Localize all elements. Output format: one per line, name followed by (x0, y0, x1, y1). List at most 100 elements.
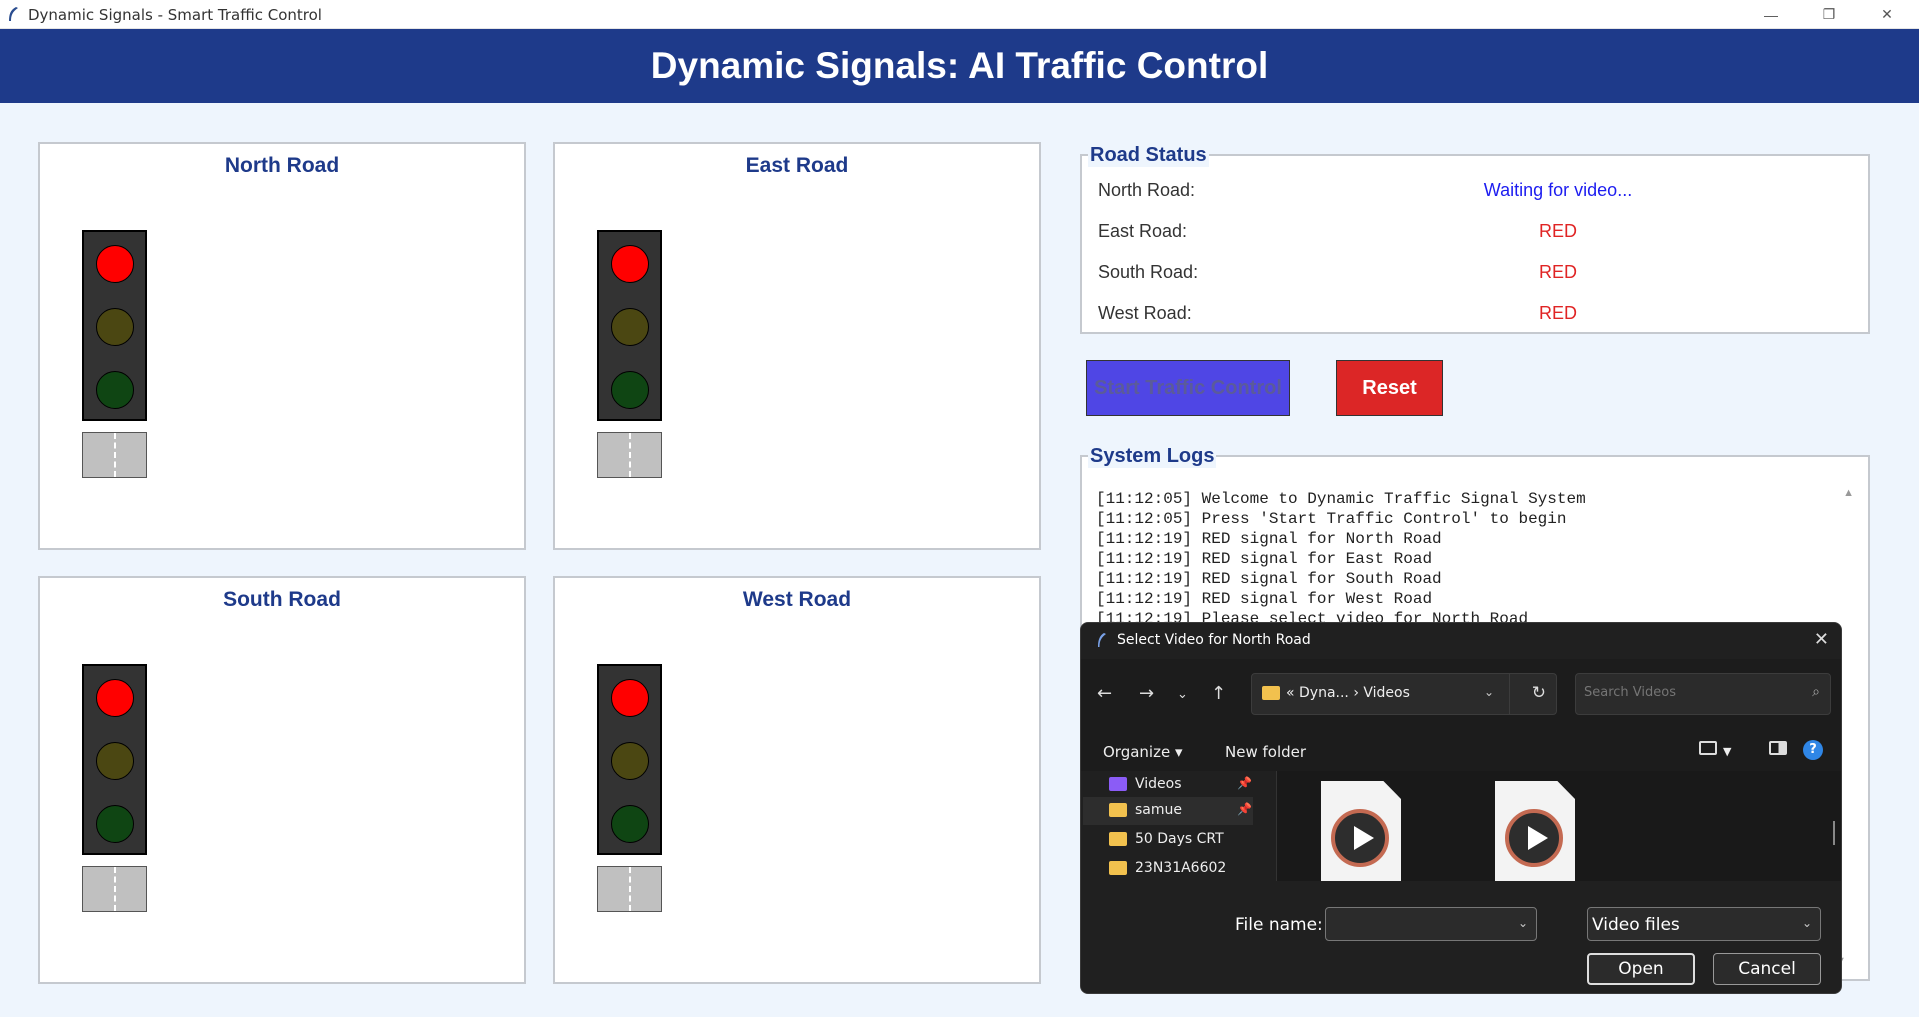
road-title: North Road (224, 154, 340, 177)
window-title: Dynamic Signals - Smart Traffic Control (28, 6, 322, 24)
video-file-icon[interactable] (1321, 781, 1401, 881)
breadcrumb[interactable]: « Dyna... › Videos (1286, 685, 1410, 701)
road-title: East Road (745, 154, 849, 177)
road-crossing (597, 866, 662, 912)
file-type-select[interactable]: Video files ⌄ (1587, 907, 1821, 941)
green-lamp (611, 805, 649, 843)
dialog-nav-row: ← → ⌄ ↑ « Dyna... › Videos ⌄ ↻ ⌕ (1081, 659, 1841, 731)
close-button[interactable]: ✕ (1858, 0, 1916, 29)
videos-folder-icon (1109, 777, 1127, 791)
traffic-light (82, 664, 147, 855)
play-icon (1505, 809, 1563, 867)
search-input[interactable] (1584, 685, 1784, 700)
view-options-icon[interactable] (1699, 741, 1717, 755)
chevron-down-icon[interactable]: ⌄ (1484, 685, 1494, 699)
road-panel-south: South Road (38, 576, 526, 984)
road-title: South Road (223, 588, 341, 611)
chevron-down-icon[interactable]: ▼ (1723, 745, 1731, 758)
forward-arrow-icon[interactable]: → (1139, 683, 1154, 704)
status-label: North Road: (1098, 180, 1196, 200)
nav-item-23n31a6602[interactable]: 23N31A6602 (1083, 855, 1253, 881)
folder-icon (1109, 832, 1127, 846)
help-icon[interactable]: ? (1803, 740, 1823, 760)
app-header: Dynamic Signals: AI Traffic Control (0, 29, 1919, 103)
road-crossing (82, 866, 147, 912)
green-lamp (96, 371, 134, 409)
log-line: [11:12:05] Welcome to Dynamic Traffic Si… (1096, 490, 1586, 508)
nav-item-label: Videos (1135, 776, 1182, 792)
start-traffic-control-button[interactable]: Start Traffic Control (1086, 360, 1290, 416)
log-line: [11:12:19] RED signal for East Road (1096, 550, 1433, 568)
system-logs-legend: System Logs (1088, 445, 1217, 468)
road-crossing (597, 432, 662, 478)
folder-icon (1262, 686, 1280, 700)
chevron-down-icon[interactable]: ⌄ (1518, 916, 1528, 930)
address-bar[interactable]: « Dyna... › Videos ⌄ ↻ (1251, 673, 1557, 715)
file-name-label: File name: (1235, 915, 1323, 935)
nav-item-videos[interactable]: Videos 📌 (1083, 771, 1253, 799)
road-crossing (82, 432, 147, 478)
pin-icon: 📌 (1237, 802, 1252, 816)
traffic-light (597, 664, 662, 855)
dialog-titlebar: Select Video for North Road ✕ (1081, 623, 1841, 659)
refresh-icon[interactable]: ↻ (1532, 683, 1546, 703)
green-lamp (96, 805, 134, 843)
recent-locations-chevron-icon[interactable]: ⌄ (1177, 687, 1188, 702)
road-title: West Road (742, 588, 852, 611)
up-arrow-icon[interactable]: ↑ (1211, 683, 1226, 704)
file-open-dialog: Select Video for North Road ✕ ← → ⌄ ↑ « … (1080, 622, 1842, 994)
cancel-button[interactable]: Cancel (1713, 953, 1821, 985)
file-name-input[interactable]: ⌄ (1325, 907, 1537, 941)
close-icon[interactable]: ✕ (1814, 629, 1829, 650)
road-status-group: Road Status North Road: Waiting for vide… (1080, 144, 1870, 334)
road-panel-east: East Road (553, 142, 1041, 550)
navigation-pane: Videos 📌 samue 📌 50 Days CRT 23N31A6602 (1081, 771, 1277, 881)
log-text[interactable]: [11:12:05] Welcome to Dynamic Traffic Si… (1096, 489, 1586, 629)
status-row-west: West Road: RED (1098, 303, 1858, 333)
road-status-legend: Road Status (1088, 144, 1209, 167)
restore-button[interactable]: ❐ (1800, 0, 1858, 29)
file-list-pane (1277, 771, 1841, 881)
minimize-button[interactable]: — (1742, 0, 1800, 29)
back-arrow-icon[interactable]: ← (1097, 683, 1112, 704)
new-folder-button[interactable]: New folder (1225, 743, 1306, 761)
reset-button[interactable]: Reset (1336, 360, 1443, 416)
red-lamp (611, 679, 649, 717)
nav-item-label: 50 Days CRT (1135, 831, 1224, 847)
play-icon (1331, 809, 1389, 867)
status-value: RED (1538, 303, 1577, 323)
video-file-icon[interactable] (1495, 781, 1575, 881)
yellow-lamp (611, 742, 649, 780)
status-value: Waiting for video... (1483, 180, 1633, 200)
status-row-south: South Road: RED (1098, 262, 1858, 292)
red-lamp (611, 245, 649, 283)
dialog-title: Select Video for North Road (1117, 632, 1311, 648)
search-icon: ⌕ (1812, 684, 1820, 700)
chevron-down-icon[interactable]: ⌄ (1802, 916, 1812, 930)
open-button[interactable]: Open (1587, 953, 1695, 985)
status-row-north: North Road: Waiting for video... (1098, 180, 1858, 210)
scroll-up-arrow-icon[interactable]: ▲ (1843, 487, 1854, 499)
traffic-light (597, 230, 662, 421)
log-line: [11:12:19] RED signal for South Road (1096, 570, 1442, 588)
preview-pane-icon[interactable] (1769, 741, 1787, 755)
log-line: [11:12:19] RED signal for West Road (1096, 590, 1433, 608)
search-box[interactable]: ⌕ (1575, 673, 1831, 715)
log-line: [11:12:05] Press 'Start Traffic Control'… (1096, 510, 1567, 528)
road-panel-north: North Road (38, 142, 526, 550)
window-titlebar: Dynamic Signals - Smart Traffic Control … (0, 0, 1919, 29)
scrollbar[interactable] (1833, 821, 1835, 845)
nav-item-samue[interactable]: samue 📌 (1083, 797, 1253, 825)
nav-item-label: 23N31A6602 (1135, 860, 1227, 876)
file-type-value: Video files (1592, 915, 1680, 935)
log-line: [11:12:19] RED signal for North Road (1096, 530, 1442, 548)
nav-item-50-days-crt[interactable]: 50 Days CRT (1083, 826, 1253, 854)
status-label: South Road: (1098, 262, 1199, 282)
organize-menu[interactable]: Organize ▾ (1103, 743, 1183, 761)
dialog-footer: File name: ⌄ Video files ⌄ Open Cancel (1081, 881, 1841, 993)
status-value: RED (1538, 221, 1577, 241)
folder-icon (1109, 861, 1127, 875)
divider (1509, 674, 1510, 714)
feather-icon (1098, 633, 1106, 647)
red-lamp (96, 245, 134, 283)
